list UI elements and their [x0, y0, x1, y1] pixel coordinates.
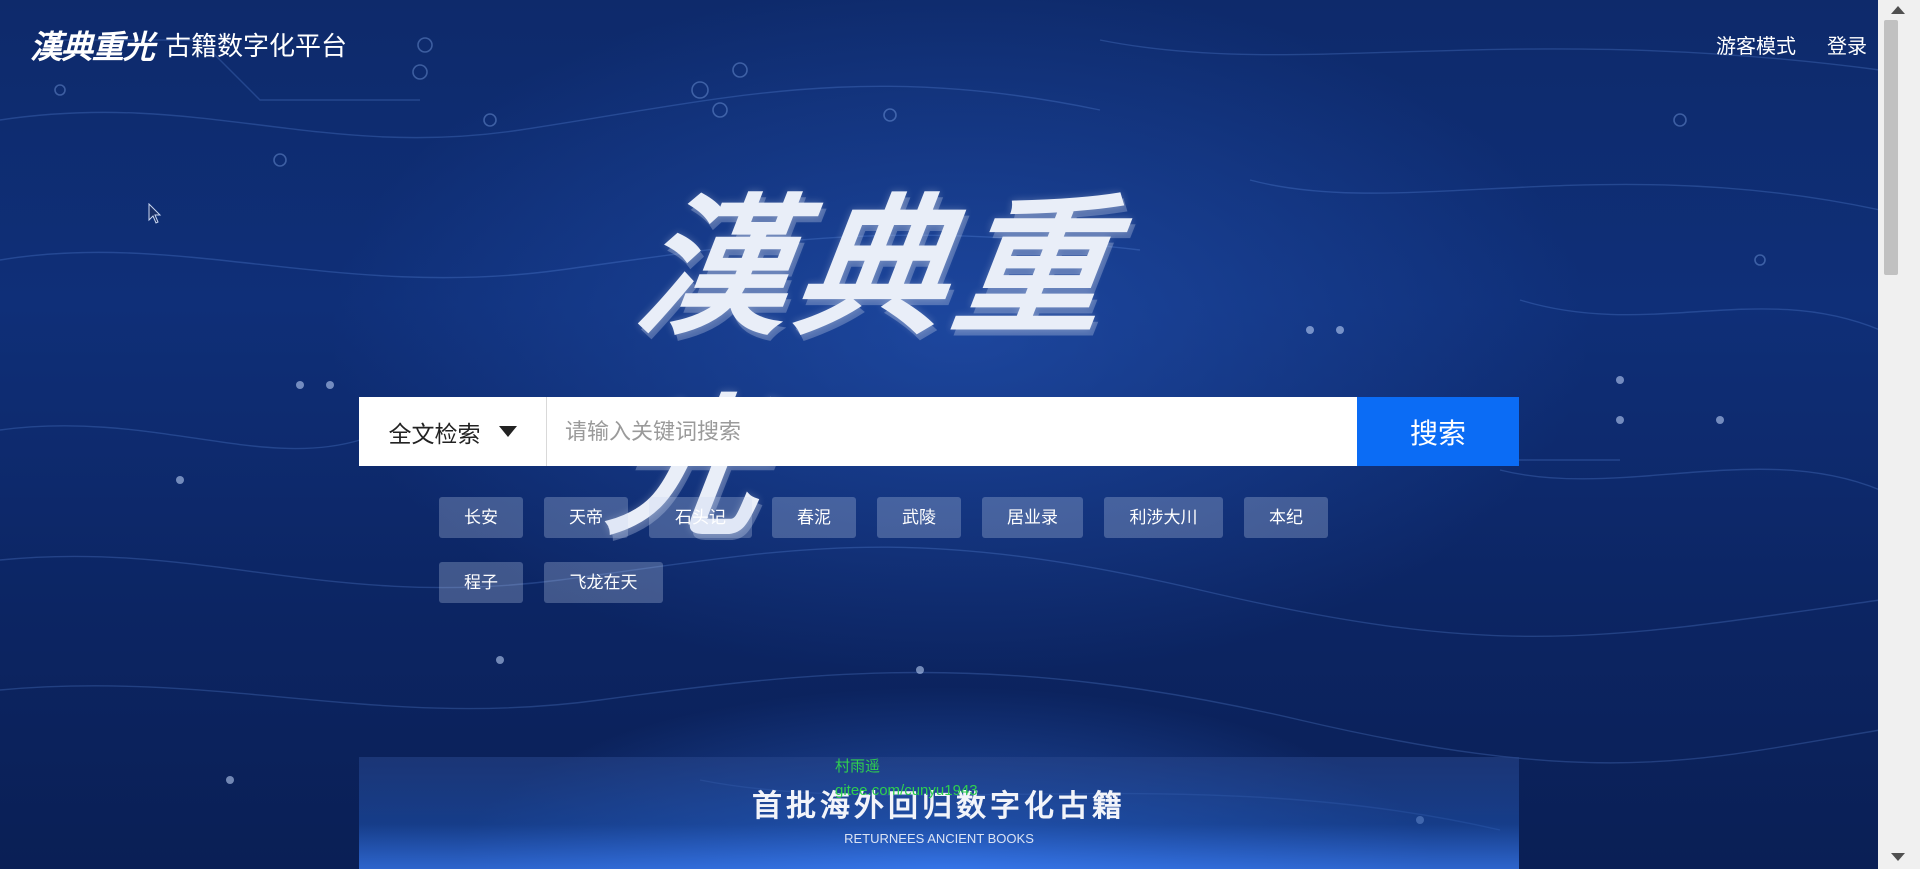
watermark-author: 村雨遥 — [835, 758, 881, 775]
scroll-down-arrow-icon[interactable] — [1891, 853, 1905, 861]
mouse-cursor-icon — [148, 203, 162, 224]
tag-item[interactable]: 长安 — [439, 497, 523, 538]
watermark-url: gitee.com/cunyu1943 — [835, 782, 978, 799]
watermark: 村雨遥 gitee.com/cunyu1943 — [835, 755, 978, 803]
tag-item[interactable]: 石头记 — [649, 497, 752, 538]
login-link[interactable]: 登录 — [1827, 30, 1867, 59]
tag-item[interactable]: 武陵 — [877, 497, 961, 538]
platform-name: 古籍数字化平台 — [165, 31, 348, 61]
tag-item[interactable]: 飞龙在天 — [544, 562, 663, 603]
guest-mode-link[interactable]: 游客模式 — [1716, 30, 1796, 59]
site-logo[interactable]: 漢典重光 — [30, 22, 155, 68]
banner-subtitle: RETURNEES ANCIENT BOOKS — [844, 831, 1034, 846]
scroll-up-arrow-icon[interactable] — [1891, 6, 1905, 14]
tag-item[interactable]: 天帝 — [544, 497, 628, 538]
page: 漢典重光 古籍数字化平台 游客模式 登录 漢典重光 全文检索 搜索 长安 天帝 … — [0, 0, 1920, 869]
caret-down-icon — [498, 426, 517, 437]
top-navigation-bar: 漢典重光 古籍数字化平台 游客模式 登录 — [0, 0, 1878, 88]
hero-calligraphy-title: 漢典重光 — [599, 180, 1127, 556]
scroll-thumb[interactable] — [1884, 20, 1898, 275]
search-bar: 全文检索 搜索 — [359, 397, 1519, 466]
vertical-scrollbar[interactable] — [1878, 0, 1920, 869]
tag-item[interactable]: 春泥 — [772, 497, 856, 538]
tag-item[interactable]: 利涉大川 — [1104, 497, 1223, 538]
search-input[interactable] — [547, 397, 1357, 466]
tag-item[interactable]: 本纪 — [1244, 497, 1328, 538]
search-type-label: 全文检索 — [388, 420, 481, 447]
tag-item[interactable]: 程子 — [439, 562, 523, 603]
tag-item[interactable]: 居业录 — [982, 497, 1083, 538]
search-type-dropdown[interactable]: 全文检索 — [359, 397, 547, 466]
search-button[interactable]: 搜索 — [1357, 397, 1519, 466]
